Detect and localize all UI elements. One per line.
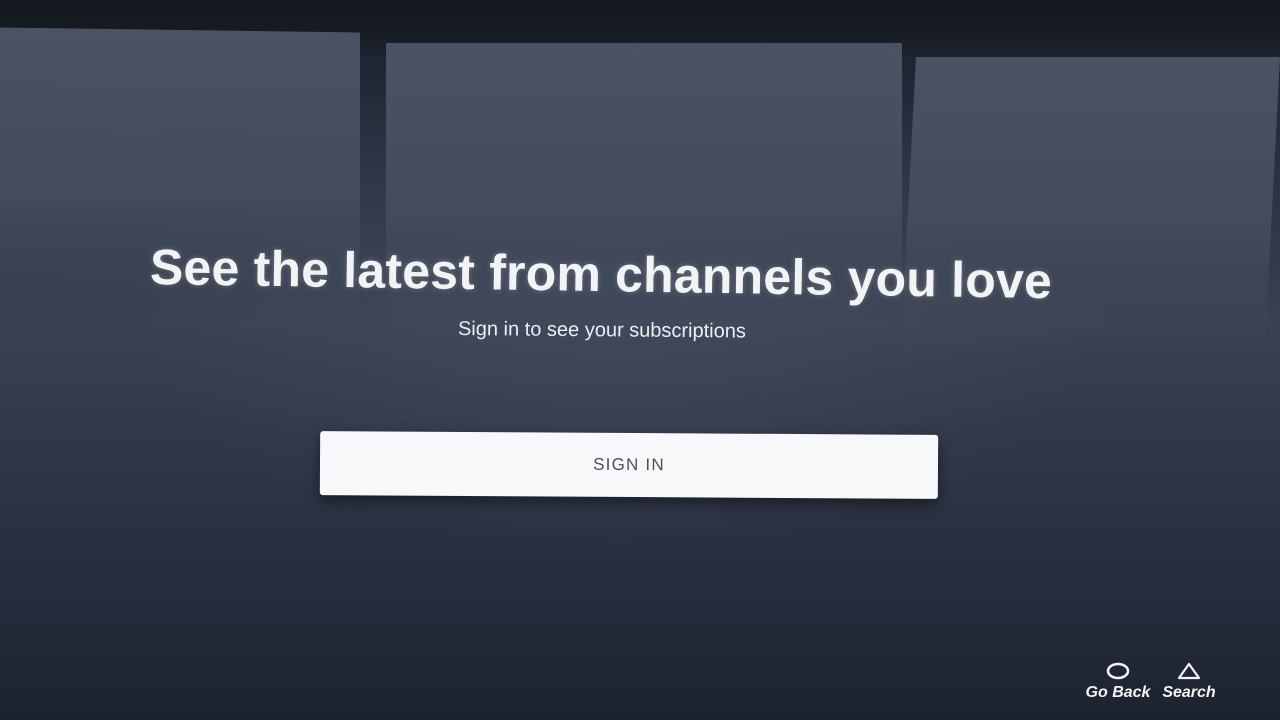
search-hint[interactable]: Search [1158, 662, 1220, 702]
triangle-icon [1177, 662, 1201, 680]
go-back-hint[interactable]: Go Back [1072, 662, 1164, 702]
sign-in-button[interactable]: SIGN IN [319, 431, 939, 499]
tv-screen: See the latest from channels you love Si… [0, 0, 1280, 720]
promo-subline: Sign in to see your subscriptions [457, 318, 747, 343]
circle-icon [1106, 662, 1130, 680]
placeholder-card-right [900, 57, 1280, 357]
search-label: Search [1162, 684, 1216, 701]
sign-in-label: SIGN IN [593, 454, 665, 475]
go-back-label: Go Back [1085, 684, 1151, 701]
